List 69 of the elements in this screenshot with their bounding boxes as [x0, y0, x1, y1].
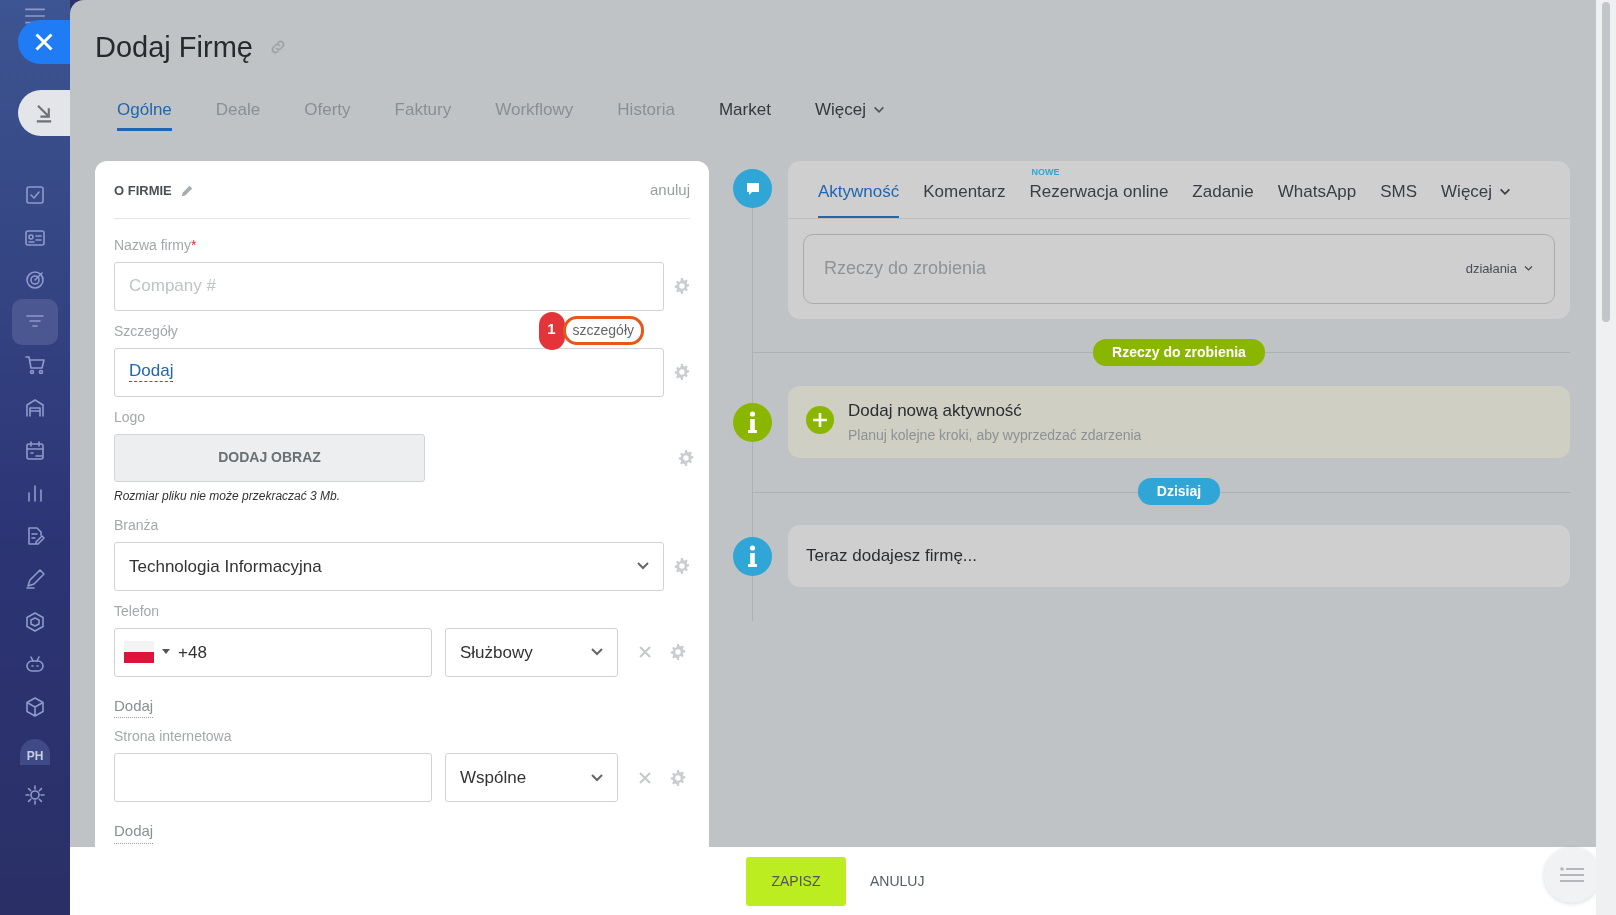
hexagon-icon[interactable]: [23, 609, 47, 634]
input-field[interactable]: [114, 753, 432, 803]
speech-bubble-icon: [744, 180, 761, 197]
close-icon[interactable]: [639, 646, 651, 659]
close-icon[interactable]: [639, 771, 651, 784]
settings-icon[interactable]: [674, 364, 690, 381]
panel-subtitle: Planuj kolejne kroki, aby wyprzedzać zdarzenia: [848, 426, 1142, 446]
settings-icon[interactable]: [674, 278, 690, 295]
select-field[interactable]: Technologia Informacyjna: [114, 541, 665, 591]
settings-icon[interactable]: [670, 644, 686, 661]
actions-dropdown[interactable]: działania: [1465, 259, 1534, 279]
new-label: NOWE: [1031, 166, 1060, 180]
select-field[interactable]: Służbowy: [445, 627, 618, 677]
close-button[interactable]: [18, 20, 70, 64]
list-button[interactable]: [1544, 847, 1596, 903]
panel-title[interactable]: Dodaj nową aktywność: [848, 397, 1142, 424]
hint-text: Rozmiar pliku nie może przekraczać 3 Mb.: [114, 487, 342, 505]
tab[interactable]: NOWE Rezerwacja online: [1029, 161, 1169, 218]
settings-icon[interactable]: [678, 449, 694, 466]
tab[interactable]: Zadanie: [1192, 161, 1254, 218]
field-label: Logo: [114, 407, 146, 427]
field-label: Strona internetowa: [114, 727, 232, 747]
collapse-button[interactable]: [18, 90, 70, 136]
field-label: Szczegóły: [114, 321, 178, 341]
settings-icon[interactable]: [670, 769, 686, 786]
field-label: Telefon: [114, 601, 160, 621]
tab[interactable]: Aktywność: [818, 161, 900, 218]
info-icon: [733, 402, 772, 442]
info-message: Teraz dodajesz firmę...: [788, 525, 1570, 587]
field-label: Branża: [114, 515, 159, 535]
add-image-button[interactable]: DODAJ OBRAZ: [114, 433, 425, 482]
pen-icon[interactable]: [23, 566, 47, 591]
add-link[interactable]: Dodaj: [129, 362, 174, 383]
calendar-icon[interactable]: [23, 438, 47, 463]
save-button[interactable]: ZAPISZ: [746, 856, 846, 906]
list-icon: [1560, 866, 1584, 884]
input-field[interactable]: +48: [114, 627, 432, 677]
pencil-icon[interactable]: [179, 183, 194, 198]
settings-icon[interactable]: [674, 558, 690, 575]
info-icon: [733, 536, 772, 576]
cube-icon[interactable]: [23, 695, 47, 720]
tab[interactable]: Więcej: [814, 96, 886, 132]
page-title: Dodaj Firmę: [95, 30, 253, 65]
caret-icon: [162, 649, 170, 656]
required-mark: *: [191, 235, 197, 255]
section-badge: Rzeczy do zrobienia: [1093, 338, 1265, 366]
input-field[interactable]: Company #: [114, 261, 665, 311]
sidebar-item[interactable]: [12, 299, 58, 346]
field-label: Nazwa firmy: [114, 235, 191, 255]
tab[interactable]: Market: [718, 96, 771, 132]
avatar[interactable]: PH: [20, 739, 50, 766]
scrollbar[interactable]: [1602, 2, 1610, 322]
flag-icon[interactable]: [124, 641, 154, 664]
cancel-button[interactable]: ANULUJ: [864, 869, 931, 893]
add-link[interactable]: Dodaj: [114, 820, 154, 844]
tab[interactable]: SMS: [1380, 161, 1418, 218]
tab[interactable]: Ogólne: [117, 96, 172, 132]
tab[interactable]: Komentarz: [923, 161, 1006, 218]
text-field[interactable]: Dodaj: [114, 347, 665, 397]
input-field[interactable]: Rzeczy do zrobienia działania: [803, 233, 1555, 304]
plus-icon[interactable]: [806, 405, 834, 434]
select-field[interactable]: Wspólne: [445, 753, 618, 803]
add-link[interactable]: Dodaj: [114, 694, 154, 719]
section-title: O FIRMIE: [114, 181, 172, 200]
section-badge: Dzisiaj: [1137, 478, 1221, 506]
step-number-badge: 1: [538, 311, 565, 350]
tab[interactable]: WhatsApp: [1277, 161, 1357, 218]
tab[interactable]: Więcej: [1441, 161, 1513, 218]
details-link[interactable]: szczegóły: [562, 316, 644, 346]
